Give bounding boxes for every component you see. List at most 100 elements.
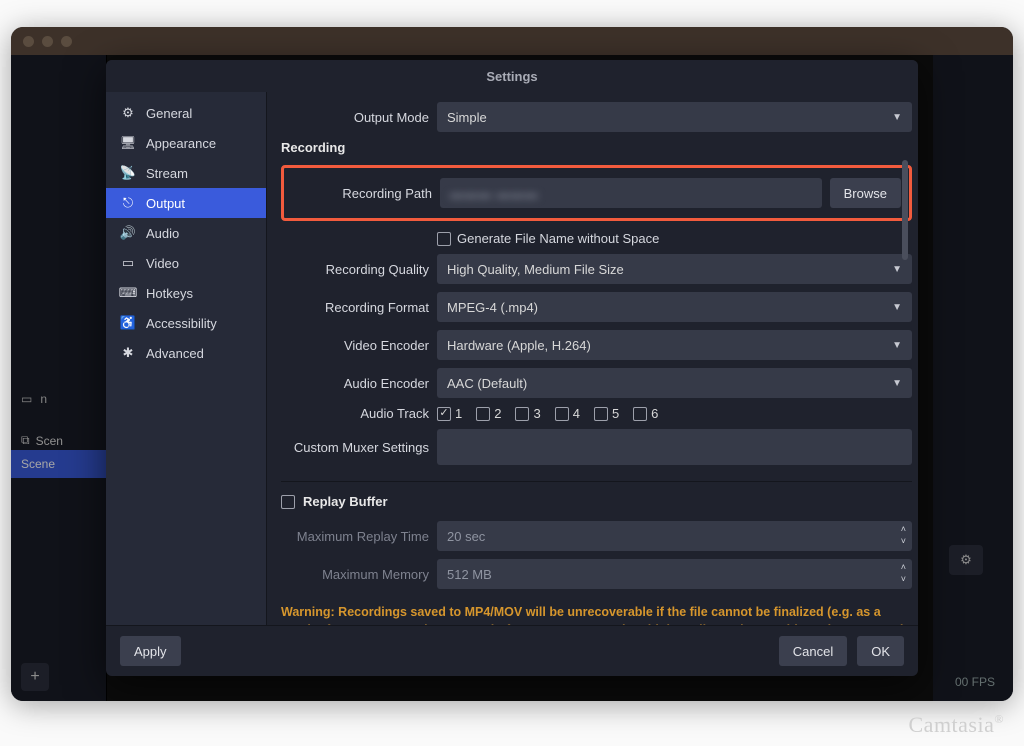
sidebar-label: Output (146, 196, 185, 211)
sidebar-label: Stream (146, 166, 188, 181)
generate-filename-checkbox[interactable]: Generate File Name without Space (437, 231, 659, 246)
traffic-light-min[interactable] (42, 36, 53, 47)
cancel-label: Cancel (793, 644, 833, 659)
video-encoder-label: Video Encoder (281, 338, 429, 353)
checkbox-icon (594, 407, 608, 421)
checkbox-icon (555, 407, 569, 421)
checkbox-icon (281, 495, 295, 509)
checkbox-icon (437, 407, 451, 421)
chevron-down-icon: ▼ (892, 112, 902, 123)
chevron-down-icon: ▼ (892, 302, 902, 313)
appearance-icon: 🖥 (120, 135, 136, 151)
recording-quality-select[interactable]: High Quality, Medium File Size ▼ (437, 254, 912, 284)
audio-track-1[interactable]: 1 (437, 406, 462, 421)
speaker-icon: 🔊 (120, 225, 136, 241)
track-label: 4 (573, 406, 580, 421)
sidebar-label: Audio (146, 226, 179, 241)
sidebar-item-advanced[interactable]: ✱ Advanced (106, 338, 266, 368)
max-memory-stepper[interactable]: 512 MB ˄˅ (437, 559, 912, 589)
track-label: 6 (651, 406, 658, 421)
recording-path-highlight: Recording Path ▬▬▬ ▬▬▬ Browse (281, 165, 912, 221)
replay-buffer-section: Replay Buffer Maximum Replay Time 20 sec… (281, 481, 912, 589)
scrollbar-thumb[interactable] (902, 160, 908, 260)
stepper-value: 512 MB (447, 567, 492, 582)
settings-title: Settings (106, 60, 918, 92)
scrollbar[interactable] (902, 160, 908, 567)
replay-header-label: Replay Buffer (303, 494, 388, 509)
checkbox-icon (437, 232, 451, 246)
checkbox-icon (476, 407, 490, 421)
wrench-icon: ✱ (120, 345, 136, 361)
muxer-label: Custom Muxer Settings (281, 440, 429, 455)
audio-track-5[interactable]: 5 (594, 406, 619, 421)
dropdown-value: High Quality, Medium File Size (447, 262, 624, 277)
ok-button[interactable]: OK (857, 636, 904, 666)
video-encoder-select[interactable]: Hardware (Apple, H.264) ▼ (437, 330, 912, 360)
settings-content: Output Mode Simple ▼ Recording Recording… (266, 92, 918, 625)
recording-section-header: Recording (281, 140, 912, 155)
recording-path-value: ▬▬▬ ▬▬▬ (450, 186, 539, 201)
chevron-down-icon[interactable]: ˅ (901, 574, 906, 584)
browse-button[interactable]: Browse (830, 178, 901, 208)
stepper-value: 20 sec (447, 529, 485, 544)
sidebar-item-output[interactable]: ⎋ Output (106, 188, 266, 218)
audio-track-6[interactable]: 6 (633, 406, 658, 421)
dialog-footer: Apply Cancel OK (106, 625, 918, 676)
recording-path-label: Recording Path (284, 186, 432, 201)
audio-track-2[interactable]: 2 (476, 406, 501, 421)
chevron-down-icon: ▼ (892, 340, 902, 351)
sidebar-item-accessibility[interactable]: ♿ Accessibility (106, 308, 266, 338)
replay-buffer-checkbox[interactable]: Replay Buffer (281, 494, 912, 509)
checkbox-icon (515, 407, 529, 421)
sidebar-label: Video (146, 256, 179, 271)
recording-quality-label: Recording Quality (281, 262, 429, 277)
track-label: 5 (612, 406, 619, 421)
titlebar (11, 27, 1013, 55)
output-icon: ⎋ (120, 195, 136, 211)
audio-track-3[interactable]: 3 (515, 406, 540, 421)
sidebar-item-appearance[interactable]: 🖥 Appearance (106, 128, 266, 158)
audio-encoder-label: Audio Encoder (281, 376, 429, 391)
chevron-down-icon: ▼ (892, 378, 902, 389)
max-replay-time-stepper[interactable]: 20 sec ˄˅ (437, 521, 912, 551)
muxer-input[interactable] (437, 429, 912, 465)
cancel-button[interactable]: Cancel (779, 636, 847, 666)
recording-path-input[interactable]: ▬▬▬ ▬▬▬ (440, 178, 822, 208)
sidebar-label: General (146, 106, 192, 121)
app-window: ▭ n ⧉ Scen Scene + ⚙ 00 FPS Settings ⚙Ge… (11, 27, 1013, 701)
watermark: Camtasia® (909, 712, 1005, 738)
sidebar-item-stream[interactable]: 📡 Stream (106, 158, 266, 188)
sidebar-label: Hotkeys (146, 286, 193, 301)
audio-encoder-select[interactable]: AAC (Default) ▼ (437, 368, 912, 398)
dropdown-value: MPEG-4 (.mp4) (447, 300, 538, 315)
checkbox-label: Generate File Name without Space (457, 231, 659, 246)
recording-format-select[interactable]: MPEG-4 (.mp4) ▼ (437, 292, 912, 322)
track-label: 1 (455, 406, 462, 421)
sidebar-label: Advanced (146, 346, 204, 361)
sidebar-label: Appearance (146, 136, 216, 151)
dropdown-value: Simple (447, 110, 487, 125)
settings-sidebar: ⚙General 🖥 Appearance 📡 Stream ⎋ Output 🔊 Au… (106, 92, 266, 625)
chevron-down-icon: ▼ (892, 264, 902, 275)
ok-label: OK (871, 644, 890, 659)
dropdown-value: Hardware (Apple, H.264) (447, 338, 591, 353)
checkbox-icon (633, 407, 647, 421)
monitor-icon: ▭ (120, 255, 136, 271)
accessibility-icon: ♿ (120, 315, 136, 331)
audio-track-4[interactable]: 4 (555, 406, 580, 421)
sidebar-label: Accessibility (146, 316, 217, 331)
traffic-light-close[interactable] (23, 36, 34, 47)
sidebar-item-video[interactable]: ▭ Video (106, 248, 266, 278)
traffic-light-max[interactable] (61, 36, 72, 47)
dropdown-value: AAC (Default) (447, 376, 527, 391)
apply-label: Apply (134, 644, 167, 659)
keyboard-icon: ⌨ (120, 285, 136, 301)
sidebar-item-general[interactable]: ⚙General (106, 98, 266, 128)
track-label: 2 (494, 406, 501, 421)
max-memory-label: Maximum Memory (281, 567, 429, 582)
antenna-icon: 📡 (120, 165, 136, 181)
apply-button[interactable]: Apply (120, 636, 181, 666)
sidebar-item-audio[interactable]: 🔊 Audio (106, 218, 266, 248)
output-mode-select[interactable]: Simple ▼ (437, 102, 912, 132)
sidebar-item-hotkeys[interactable]: ⌨ Hotkeys (106, 278, 266, 308)
